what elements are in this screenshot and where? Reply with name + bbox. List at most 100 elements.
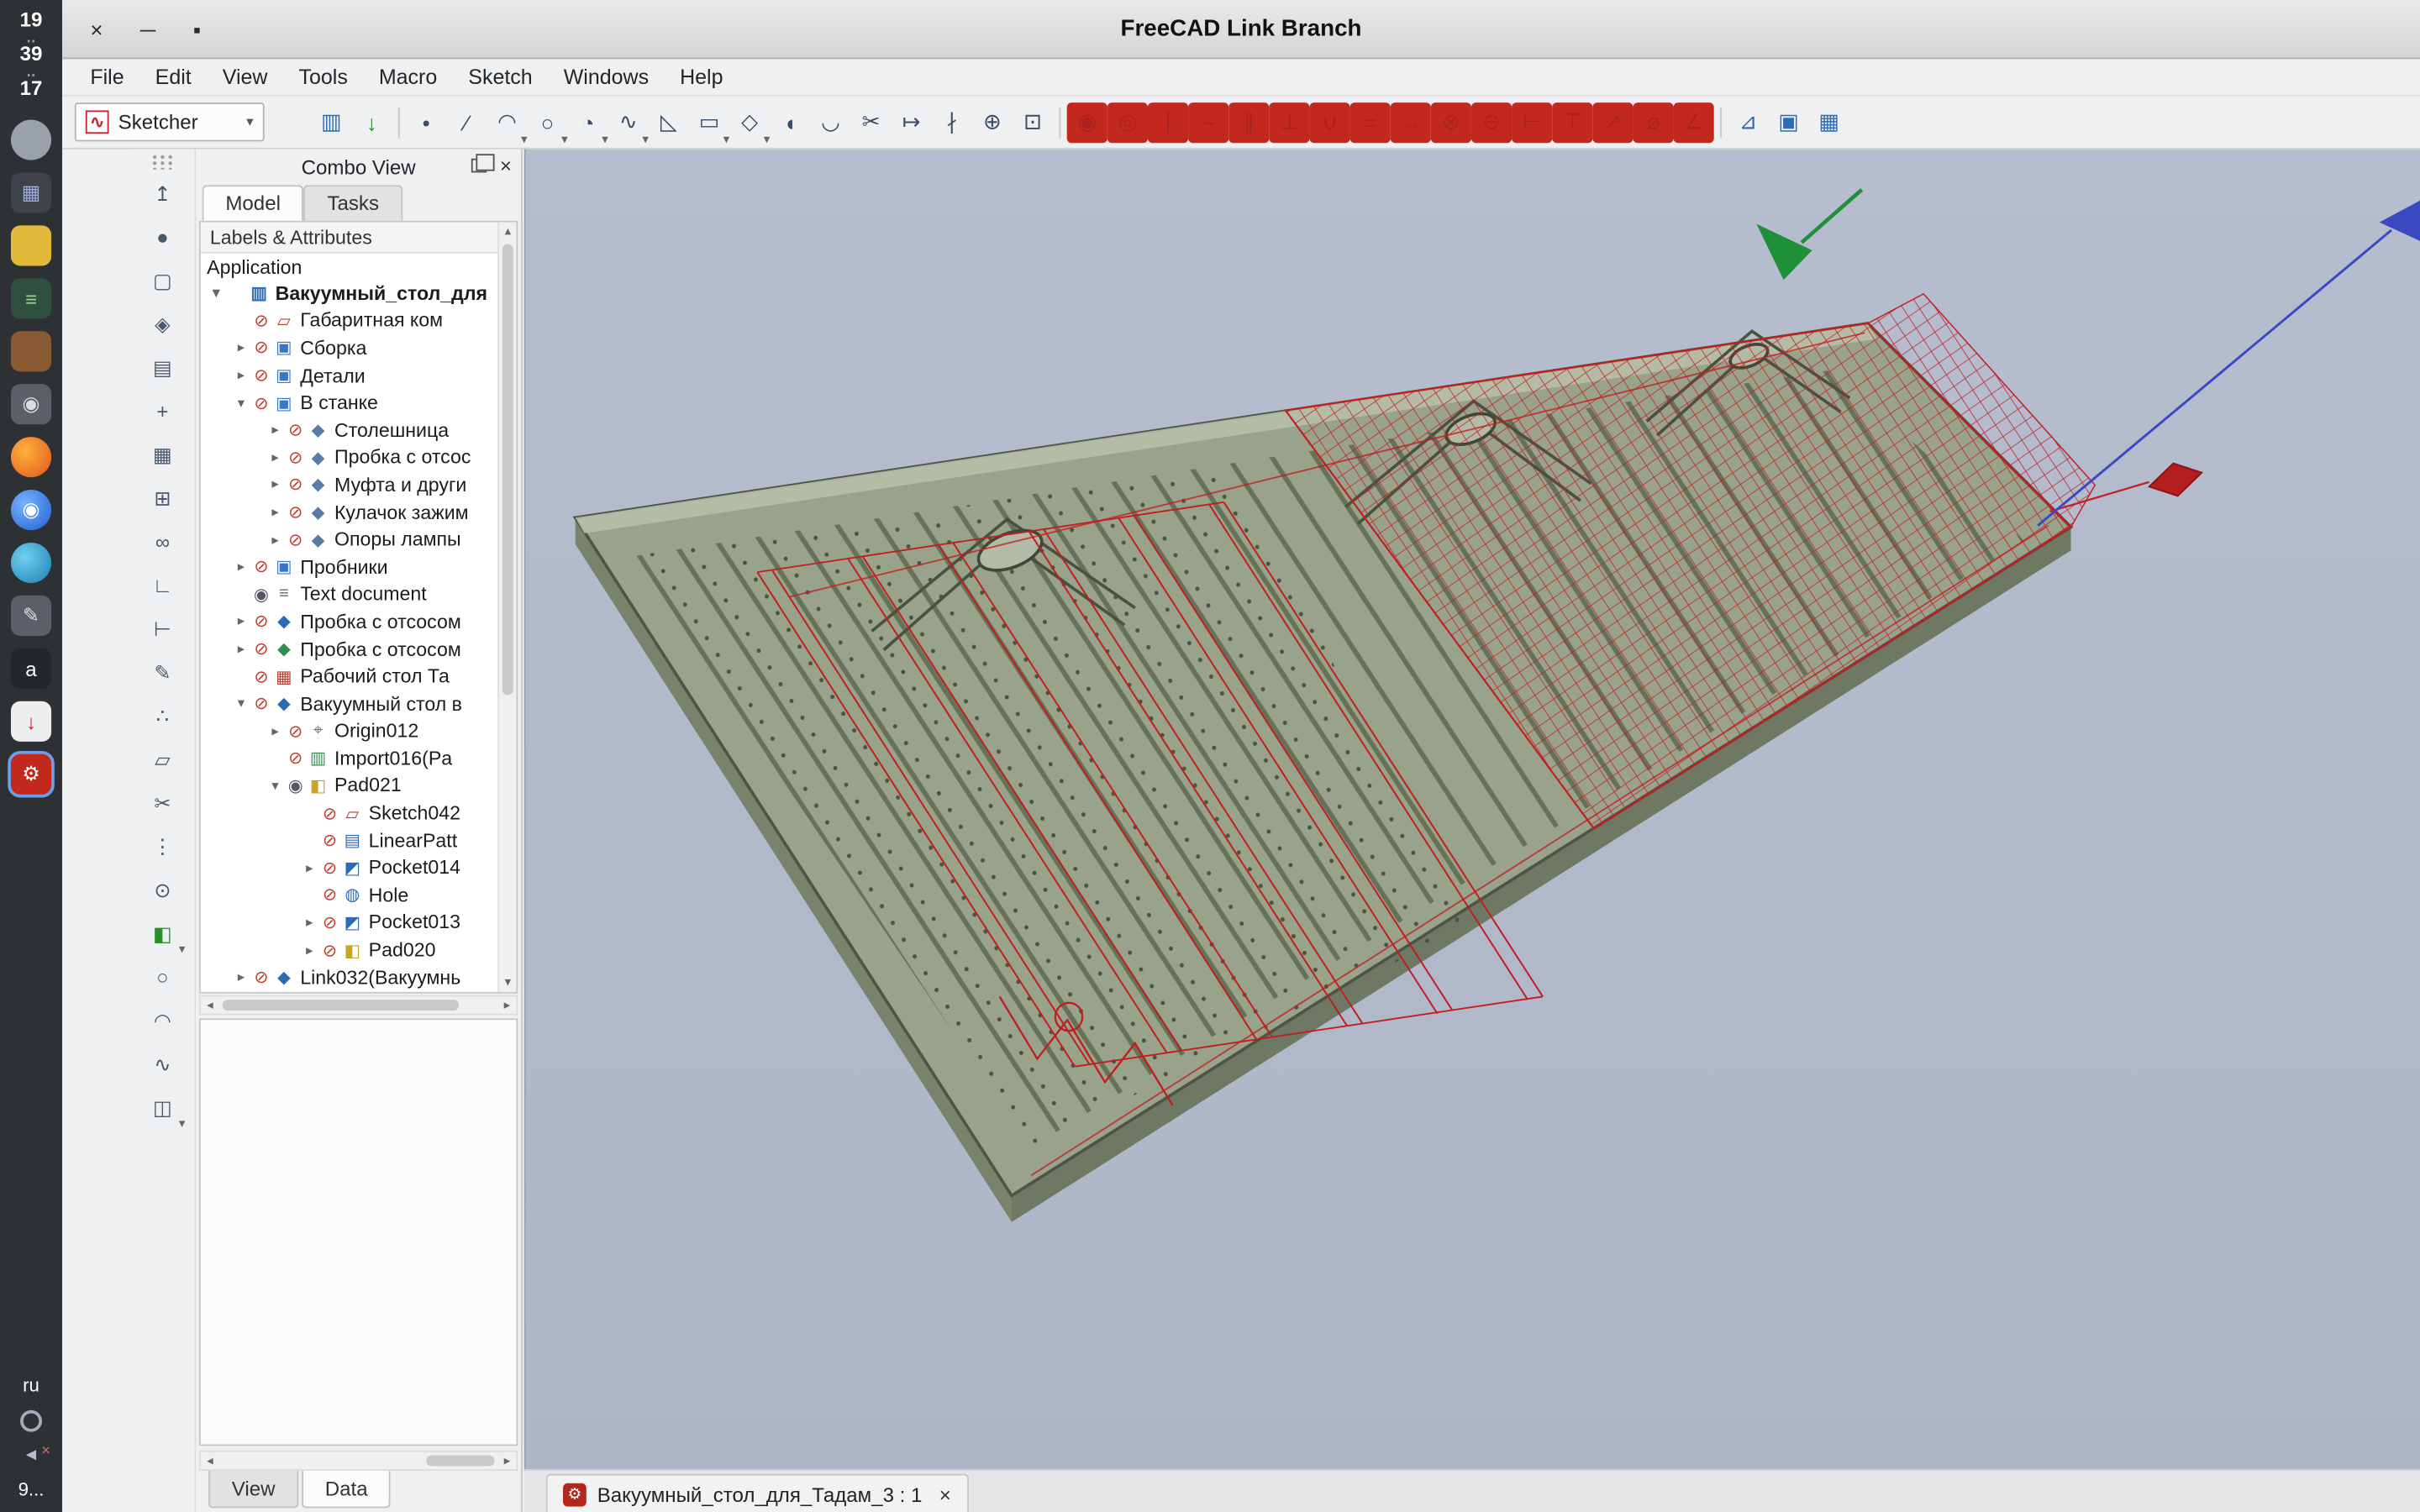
scrollbar-thumb[interactable] — [502, 244, 513, 696]
scroll-left-icon[interactable]: ◂ — [201, 996, 219, 1013]
expander-icon[interactable]: ▸ — [266, 422, 285, 438]
constrain-distance-button[interactable]: ↗ — [1592, 102, 1633, 142]
create-conic-button[interactable]: ◔ ▾ — [568, 102, 608, 142]
tree-item[interactable]: ▸ ⊘ ◆ Кулачок зажим — [201, 499, 517, 527]
tree-root-application[interactable]: Application — [201, 254, 517, 280]
scissors-icon[interactable]: ✂ — [141, 784, 183, 822]
tree-vertical-scrollbar[interactable]: ▴ ▾ — [497, 223, 516, 992]
constrain-point-on-object-button[interactable]: ◎ — [1107, 102, 1148, 142]
tree-item[interactable]: ⊘ ▥ Import016(Pa — [201, 745, 517, 773]
sphere-icon[interactable]: ● — [141, 218, 183, 256]
tab-data[interactable]: Data — [302, 1471, 391, 1508]
menu-view[interactable]: View — [207, 62, 283, 92]
tree-item[interactable]: ▸ ⊘ ◆ Пробка с отсос — [201, 444, 517, 472]
viewport-3d[interactable] — [524, 150, 2420, 1469]
trim-edge-button[interactable]: ✂ — [850, 102, 891, 142]
split-edge-button[interactable]: ∤ — [932, 102, 972, 142]
carbon-copy-button[interactable]: ⊡ — [1013, 102, 1053, 142]
create-slot-button[interactable]: ◖ — [770, 102, 810, 142]
maximize-icon[interactable]: ▪ — [193, 16, 201, 41]
expander-icon[interactable]: ▸ — [266, 476, 285, 493]
constrain-perpendicular-button[interactable]: ⊥ — [1269, 102, 1309, 142]
tree-item[interactable]: ▸ ⊘ ▣ Сборка — [201, 334, 517, 362]
expander-icon[interactable]: ▸ — [232, 367, 250, 384]
link-icon[interactable]: ∞ — [141, 522, 183, 561]
tree-item[interactable]: ▸ ⊘ ◆ Link032(Вакуумнь — [201, 963, 517, 991]
create-arc-button[interactable]: ◠ ▾ — [487, 102, 527, 142]
toggle-construction-button[interactable]: ⊿ — [1728, 102, 1768, 142]
tree-item[interactable]: ▸ ⊘ ◧ Pad020 — [201, 937, 517, 964]
tree-item[interactable]: ▸ ⊘ ⌖ Origin012 — [201, 717, 517, 745]
volume-muted-icon[interactable]: ◄ — [23, 1446, 39, 1464]
constrain-lock-button[interactable]: ⊖ — [1471, 102, 1512, 142]
expander-icon[interactable]: ▸ — [232, 559, 250, 575]
create-circle-button[interactable]: ○ ▾ — [527, 102, 567, 142]
expander-icon[interactable]: ▸ — [266, 531, 285, 548]
create-line-button[interactable]: ∕ — [446, 102, 487, 142]
constrain-diameter-button[interactable]: ⌀ — [1633, 102, 1673, 142]
tree-item[interactable]: ▸ ⊘ ▣ Детали — [201, 362, 517, 390]
circle-tool-icon[interactable]: ○ — [141, 958, 183, 996]
mic-icon[interactable] — [20, 1410, 42, 1432]
dimension-icon[interactable]: ⊢ — [141, 610, 183, 648]
tree-item[interactable]: ▸ ⊘ ◆ Опоры лампы — [201, 526, 517, 554]
undock-panel-icon[interactable] — [472, 159, 488, 173]
boxes-icon[interactable]: ▦ — [141, 435, 183, 474]
amazon-icon[interactable]: a — [11, 648, 51, 689]
tree-horizontal-scrollbar[interactable]: ◂ ▸ — [199, 995, 518, 1016]
arc-tool-icon[interactable]: ◠ — [141, 1001, 183, 1040]
tree-item[interactable]: ▸ ⊘ ▣ Пробники — [201, 554, 517, 581]
create-polyline-button[interactable]: ◺ — [649, 102, 689, 142]
upload-icon[interactable]: ↥ — [141, 174, 183, 213]
tree-item[interactable]: ▾ ◉ ◧ Pad021 — [201, 772, 517, 800]
scroll-right-icon[interactable]: ▸ — [497, 1452, 516, 1469]
green-part-icon[interactable]: ◧ ▾ — [141, 914, 183, 953]
expander-icon[interactable]: ▸ — [266, 449, 285, 466]
constrain-tangent-button[interactable]: ∪ — [1309, 102, 1349, 142]
constrain-angle-button[interactable]: ∠ — [1674, 102, 1714, 142]
menu-sketch[interactable]: Sketch — [453, 62, 548, 92]
scrollbar-thumb[interactable] — [223, 1000, 459, 1011]
expander-icon[interactable]: ▾ — [207, 285, 225, 302]
pencil-icon[interactable]: ✎ — [141, 653, 183, 691]
globe-icon[interactable] — [11, 120, 51, 160]
tree-item[interactable]: ▸ ⊘ ◆ Пробка с отсосом — [201, 635, 517, 663]
package-icon[interactable] — [11, 332, 51, 372]
create-bspline-button[interactable]: ∿ ▾ — [608, 102, 649, 142]
tree-item[interactable]: ▸ ⊘ ◆ Муфта и други — [201, 471, 517, 499]
scroll-right-icon[interactable]: ▸ — [497, 996, 516, 1013]
expander-icon[interactable]: ▸ — [266, 504, 285, 521]
group-icon[interactable]: ⊞ — [141, 479, 183, 517]
menu-file[interactable]: File — [75, 62, 139, 92]
create-point-button[interactable]: • — [406, 102, 446, 142]
clone-button[interactable]: ▣ — [1768, 102, 1808, 142]
stamp-icon[interactable]: ⊙ — [141, 871, 183, 910]
tree-item[interactable]: ▸ ⊘ ◩ Pocket014 — [201, 854, 517, 882]
screen-icon[interactable]: ▢ — [141, 261, 183, 300]
tree-item[interactable]: ◉ ≡ Text document — [201, 580, 517, 608]
tree-item[interactable]: ▾ ⊘ ◆ Вакуумный стол в — [201, 690, 517, 718]
menu-windows[interactable]: Windows — [548, 62, 664, 92]
constrain-distance-y-button[interactable]: ⊤ — [1552, 102, 1592, 142]
tree-item[interactable]: ⊘ ▤ LinearPatt — [201, 827, 517, 854]
constrain-coincident-button[interactable]: ◉ — [1067, 102, 1107, 142]
freecad-icon[interactable]: ⚙ — [11, 754, 51, 795]
dots-grid-icon[interactable]: ⋮ — [141, 827, 183, 866]
expander-icon[interactable]: ▸ — [232, 339, 250, 356]
browser-icon[interactable] — [11, 543, 51, 583]
create-fillet-button[interactable]: ◡ — [810, 102, 850, 142]
constrain-symmetric-button[interactable]: ⇔ — [1391, 102, 1431, 142]
save-button[interactable]: ↓ — [351, 102, 392, 142]
scrollbar-thumb[interactable] — [426, 1455, 494, 1466]
constrain-distance-x-button[interactable]: ⊢ — [1512, 102, 1552, 142]
expander-icon[interactable]: ▸ — [232, 641, 250, 658]
keyboard-layout-indicator[interactable]: ru — [23, 1374, 39, 1396]
constrain-parallel-button[interactable]: ∥ — [1228, 102, 1269, 142]
constrain-block-button[interactable]: ⊗ — [1431, 102, 1471, 142]
close-tab-icon[interactable]: × — [939, 1483, 951, 1506]
rectangular-array-button[interactable]: ▦ — [1809, 102, 1849, 142]
scroll-left-icon[interactable]: ◂ — [201, 1452, 219, 1469]
expander-icon[interactable]: ▾ — [232, 696, 250, 712]
create-rectangle-button[interactable]: ▭ ▾ — [689, 102, 729, 142]
firefox-icon[interactable] — [11, 437, 51, 477]
